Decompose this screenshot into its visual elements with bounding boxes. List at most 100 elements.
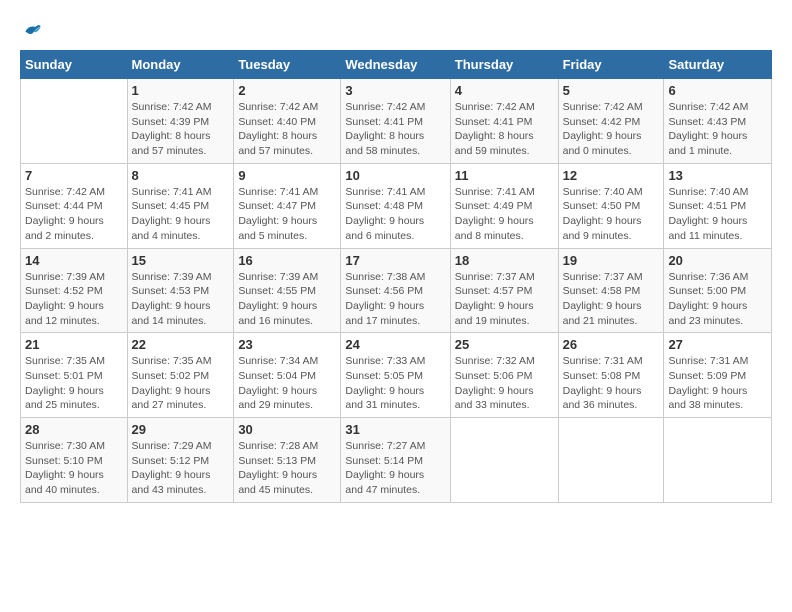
calendar-week-row: 7Sunrise: 7:42 AMSunset: 4:44 PMDaylight… <box>21 163 772 248</box>
calendar-cell: 15 Sunrise: 7:39 AMSunset: 4:53 PMDayligh… <box>127 248 234 333</box>
day-number: 16 <box>238 253 336 268</box>
day-detail: Sunrise: 7:42 AMSunset: 4:44 PMDaylight:… <box>25 185 123 244</box>
calendar-cell <box>664 418 772 503</box>
day-number: 29 <box>132 422 230 437</box>
day-number: 14 <box>25 253 123 268</box>
day-number: 22 <box>132 337 230 352</box>
day-detail: Sunrise: 7:37 AMSunset: 4:57 PMDaylight:… <box>455 270 554 329</box>
day-detail: Sunrise: 7:41 AMSunset: 4:49 PMDaylight:… <box>455 185 554 244</box>
day-detail: Sunrise: 7:39 AMSunset: 4:55 PMDaylight:… <box>238 270 336 329</box>
calendar-cell: 9 Sunrise: 7:41 AMSunset: 4:47 PMDaylight… <box>234 163 341 248</box>
calendar-cell: 2Sunrise: 7:42 AMSunset: 4:40 PMDaylight… <box>234 79 341 164</box>
page-header <box>20 20 772 40</box>
column-header-thursday: Thursday <box>450 51 558 79</box>
calendar-week-row: 14 Sunrise: 7:39 AMSunset: 4:52 PMDayligh… <box>21 248 772 333</box>
day-number: 12 <box>563 168 660 183</box>
calendar-cell: 21 Sunrise: 7:35 AMSunset: 5:01 PMDayligh… <box>21 333 128 418</box>
calendar-cell: 24Sunrise: 7:33 AMSunset: 5:05 PMDayligh… <box>341 333 450 418</box>
day-number: 2 <box>238 83 336 98</box>
day-detail: Sunrise: 7:38 AMSunset: 4:56 PMDaylight:… <box>345 270 445 329</box>
calendar-cell: 19 Sunrise: 7:37 AMSunset: 4:58 PMDayligh… <box>558 248 664 333</box>
day-number: 23 <box>238 337 336 352</box>
day-detail: Sunrise: 7:41 AMSunset: 4:45 PMDaylight:… <box>132 185 230 244</box>
column-header-monday: Monday <box>127 51 234 79</box>
calendar-cell: 22 Sunrise: 7:35 AMSunset: 5:02 PMDayligh… <box>127 333 234 418</box>
day-detail: Sunrise: 7:32 AMSunset: 5:06 PMDaylight:… <box>455 354 554 413</box>
day-detail: Sunrise: 7:31 AMSunset: 5:09 PMDaylight:… <box>668 354 767 413</box>
calendar-cell: 25 Sunrise: 7:32 AMSunset: 5:06 PMDayligh… <box>450 333 558 418</box>
day-detail: Sunrise: 7:40 AMSunset: 4:50 PMDaylight:… <box>563 185 660 244</box>
day-detail: Sunrise: 7:27 AMSunset: 5:14 PMDaylight:… <box>345 439 445 498</box>
day-number: 5 <box>563 83 660 98</box>
day-detail: Sunrise: 7:31 AMSunset: 5:08 PMDaylight:… <box>563 354 660 413</box>
calendar-week-row: 1 Sunrise: 7:42 AMSunset: 4:39 PMDaylight… <box>21 79 772 164</box>
day-number: 11 <box>455 168 554 183</box>
day-number: 15 <box>132 253 230 268</box>
calendar-cell: 10Sunrise: 7:41 AMSunset: 4:48 PMDayligh… <box>341 163 450 248</box>
calendar-cell <box>558 418 664 503</box>
day-number: 20 <box>668 253 767 268</box>
calendar-cell: 16 Sunrise: 7:39 AMSunset: 4:55 PMDayligh… <box>234 248 341 333</box>
day-detail: Sunrise: 7:34 AMSunset: 5:04 PMDaylight:… <box>238 354 336 413</box>
day-detail: Sunrise: 7:39 AMSunset: 4:52 PMDaylight:… <box>25 270 123 329</box>
day-number: 31 <box>345 422 445 437</box>
calendar-header-row: SundayMondayTuesdayWednesdayThursdayFrid… <box>21 51 772 79</box>
day-detail: Sunrise: 7:42 AMSunset: 4:41 PMDaylight:… <box>345 100 445 159</box>
column-header-saturday: Saturday <box>664 51 772 79</box>
day-number: 1 <box>132 83 230 98</box>
calendar-cell: 28 Sunrise: 7:30 AMSunset: 5:10 PMDayligh… <box>21 418 128 503</box>
calendar-week-row: 21 Sunrise: 7:35 AMSunset: 5:01 PMDayligh… <box>21 333 772 418</box>
day-number: 3 <box>345 83 445 98</box>
day-number: 27 <box>668 337 767 352</box>
day-detail: Sunrise: 7:30 AMSunset: 5:10 PMDaylight:… <box>25 439 123 498</box>
calendar-cell: 8Sunrise: 7:41 AMSunset: 4:45 PMDaylight… <box>127 163 234 248</box>
column-header-friday: Friday <box>558 51 664 79</box>
day-detail: Sunrise: 7:42 AMSunset: 4:39 PMDaylight:… <box>132 100 230 159</box>
column-header-sunday: Sunday <box>21 51 128 79</box>
calendar-cell: 18 Sunrise: 7:37 AMSunset: 4:57 PMDayligh… <box>450 248 558 333</box>
calendar-table: SundayMondayTuesdayWednesdayThursdayFrid… <box>20 50 772 503</box>
day-number: 26 <box>563 337 660 352</box>
calendar-cell: 17 Sunrise: 7:38 AMSunset: 4:56 PMDayligh… <box>341 248 450 333</box>
day-detail: Sunrise: 7:35 AMSunset: 5:02 PMDaylight:… <box>132 354 230 413</box>
calendar-cell: 5Sunrise: 7:42 AMSunset: 4:42 PMDaylight… <box>558 79 664 164</box>
day-number: 13 <box>668 168 767 183</box>
calendar-cell: 11 Sunrise: 7:41 AMSunset: 4:49 PMDayligh… <box>450 163 558 248</box>
day-number: 6 <box>668 83 767 98</box>
calendar-cell: 12 Sunrise: 7:40 AMSunset: 4:50 PMDayligh… <box>558 163 664 248</box>
calendar-cell: 1 Sunrise: 7:42 AMSunset: 4:39 PMDaylight… <box>127 79 234 164</box>
day-number: 10 <box>345 168 445 183</box>
day-number: 30 <box>238 422 336 437</box>
column-header-tuesday: Tuesday <box>234 51 341 79</box>
day-detail: Sunrise: 7:41 AMSunset: 4:47 PMDaylight:… <box>238 185 336 244</box>
column-header-wednesday: Wednesday <box>341 51 450 79</box>
day-detail: Sunrise: 7:35 AMSunset: 5:01 PMDaylight:… <box>25 354 123 413</box>
day-detail: Sunrise: 7:29 AMSunset: 5:12 PMDaylight:… <box>132 439 230 498</box>
day-detail: Sunrise: 7:39 AMSunset: 4:53 PMDaylight:… <box>132 270 230 329</box>
day-number: 25 <box>455 337 554 352</box>
calendar-cell: 26 Sunrise: 7:31 AMSunset: 5:08 PMDayligh… <box>558 333 664 418</box>
calendar-cell: 7Sunrise: 7:42 AMSunset: 4:44 PMDaylight… <box>21 163 128 248</box>
day-number: 18 <box>455 253 554 268</box>
calendar-cell: 13Sunrise: 7:40 AMSunset: 4:51 PMDayligh… <box>664 163 772 248</box>
day-number: 19 <box>563 253 660 268</box>
day-number: 17 <box>345 253 445 268</box>
day-detail: Sunrise: 7:37 AMSunset: 4:58 PMDaylight:… <box>563 270 660 329</box>
day-detail: Sunrise: 7:42 AMSunset: 4:41 PMDaylight:… <box>455 100 554 159</box>
day-detail: Sunrise: 7:28 AMSunset: 5:13 PMDaylight:… <box>238 439 336 498</box>
day-number: 9 <box>238 168 336 183</box>
day-number: 28 <box>25 422 123 437</box>
logo-bird-icon <box>22 20 42 40</box>
day-number: 4 <box>455 83 554 98</box>
logo <box>20 20 42 40</box>
day-number: 24 <box>345 337 445 352</box>
calendar-cell: 6 Sunrise: 7:42 AMSunset: 4:43 PMDaylight… <box>664 79 772 164</box>
calendar-cell: 14 Sunrise: 7:39 AMSunset: 4:52 PMDayligh… <box>21 248 128 333</box>
day-number: 21 <box>25 337 123 352</box>
calendar-cell <box>21 79 128 164</box>
day-detail: Sunrise: 7:42 AMSunset: 4:43 PMDaylight:… <box>668 100 767 159</box>
calendar-cell <box>450 418 558 503</box>
calendar-week-row: 28 Sunrise: 7:30 AMSunset: 5:10 PMDayligh… <box>21 418 772 503</box>
calendar-cell: 23 Sunrise: 7:34 AMSunset: 5:04 PMDayligh… <box>234 333 341 418</box>
day-detail: Sunrise: 7:36 AMSunset: 5:00 PMDaylight:… <box>668 270 767 329</box>
